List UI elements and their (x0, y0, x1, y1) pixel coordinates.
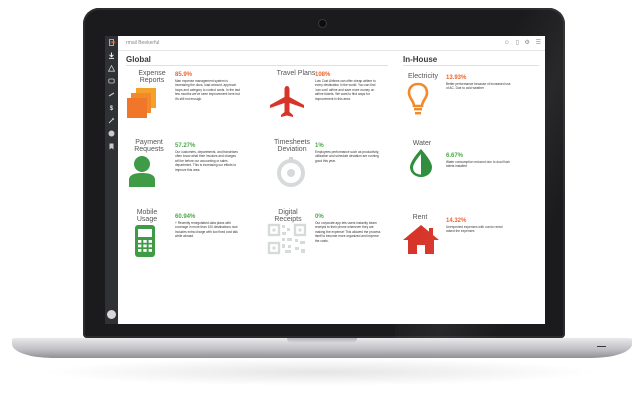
trackpad-notch (287, 338, 357, 343)
webcam (318, 19, 327, 28)
expense-reports-desc: Man expense management system is increas… (175, 79, 240, 101)
mobile-usage-value: 60.94% (175, 214, 196, 220)
timesheets-deviation-desc: Employees performance such as productivi… (315, 150, 380, 163)
laptop-base (12, 338, 632, 358)
laptop-lid: $ »» rmail Beekerful ☺ ▯ ⚙ ☰ Global In-H… (83, 8, 565, 338)
sidebar: $ (105, 36, 118, 324)
app-logo: »» (110, 40, 116, 46)
water-drop-icon (407, 148, 435, 178)
user-avatar[interactable] (107, 310, 116, 319)
payment-requests-label: Payment Requests (134, 139, 164, 153)
expense-reports-label: Expense Reports (138, 70, 166, 84)
digital-receipts-label: Digital Receipts (274, 209, 302, 223)
lightbulb-icon (407, 82, 429, 116)
electricity-desc: Better performance because of increased … (446, 82, 511, 91)
status-led (597, 346, 606, 347)
water-label: Water (412, 140, 432, 147)
trash-icon[interactable]: ▯ (516, 40, 519, 46)
payment-requests-desc: Our customers, departments, and franchis… (175, 150, 238, 172)
mobile-usage-label: Mobile Usage (136, 209, 158, 223)
electricity-label: Electricity (408, 73, 438, 80)
digital-receipts-desc: Our corporate app lets users instantly b… (315, 221, 381, 243)
info-icon[interactable] (108, 130, 115, 137)
expense-reports-value: 85.9% (175, 72, 193, 78)
mobile-phone-icon (135, 225, 155, 257)
section-divider-inhouse (403, 65, 539, 66)
stopwatch-icon (276, 157, 306, 187)
warning-icon[interactable] (107, 64, 116, 72)
settings-icon[interactable]: ⚙ (525, 40, 530, 46)
water-desc: Water consumption reduced due to dual fl… (446, 160, 511, 169)
timesheets-deviation-value: 1% (315, 143, 324, 149)
digital-receipts-value: 0% (315, 214, 324, 220)
chat-icon[interactable] (108, 78, 115, 85)
rent-label: Rent (412, 214, 428, 221)
laptop-shadow (40, 358, 600, 386)
person-icon (129, 155, 155, 187)
airplane-icon (270, 86, 304, 118)
section-divider-global (126, 65, 388, 66)
link-icon[interactable] (108, 91, 115, 98)
top-bar: »» rmail Beekerful ☺ ▯ ⚙ ☰ (110, 36, 545, 51)
qr-code-icon (267, 223, 307, 255)
rent-value: 14.32% (446, 218, 467, 224)
screen: $ »» rmail Beekerful ☺ ▯ ⚙ ☰ Global In-H… (105, 36, 545, 324)
section-title-global: Global (126, 55, 151, 64)
menu-icon[interactable]: ☰ (536, 40, 541, 46)
dollar-icon[interactable]: $ (108, 104, 115, 112)
travel-plans-desc: Low Cost Airlines can offer cheap airfar… (315, 79, 376, 101)
brand-name: rmail Beekerful (126, 40, 160, 46)
user-icon[interactable]: ☺ (504, 40, 510, 46)
download-icon[interactable] (108, 52, 115, 59)
documents-icon (127, 88, 157, 118)
water-value: 6.67% (446, 153, 464, 159)
timesheets-deviation-label: Timesheets Deviation (274, 139, 310, 153)
mobile-usage-desc: + Recently renegotiated data plans with … (175, 221, 238, 239)
house-icon (401, 223, 441, 255)
travel-plans-value: 108% (315, 72, 331, 78)
svg-text:$: $ (110, 105, 114, 111)
bookmark-icon[interactable] (108, 143, 115, 150)
top-bar-icons: ☺ ▯ ⚙ ☰ (500, 39, 541, 46)
rent-desc: Unexpected expenses with condo rental ra… (446, 225, 503, 234)
tools-icon[interactable] (108, 117, 115, 124)
electricity-value: 13.93% (446, 75, 467, 81)
payment-requests-value: 57.27% (175, 143, 196, 149)
section-title-inhouse: In-House (403, 55, 438, 64)
